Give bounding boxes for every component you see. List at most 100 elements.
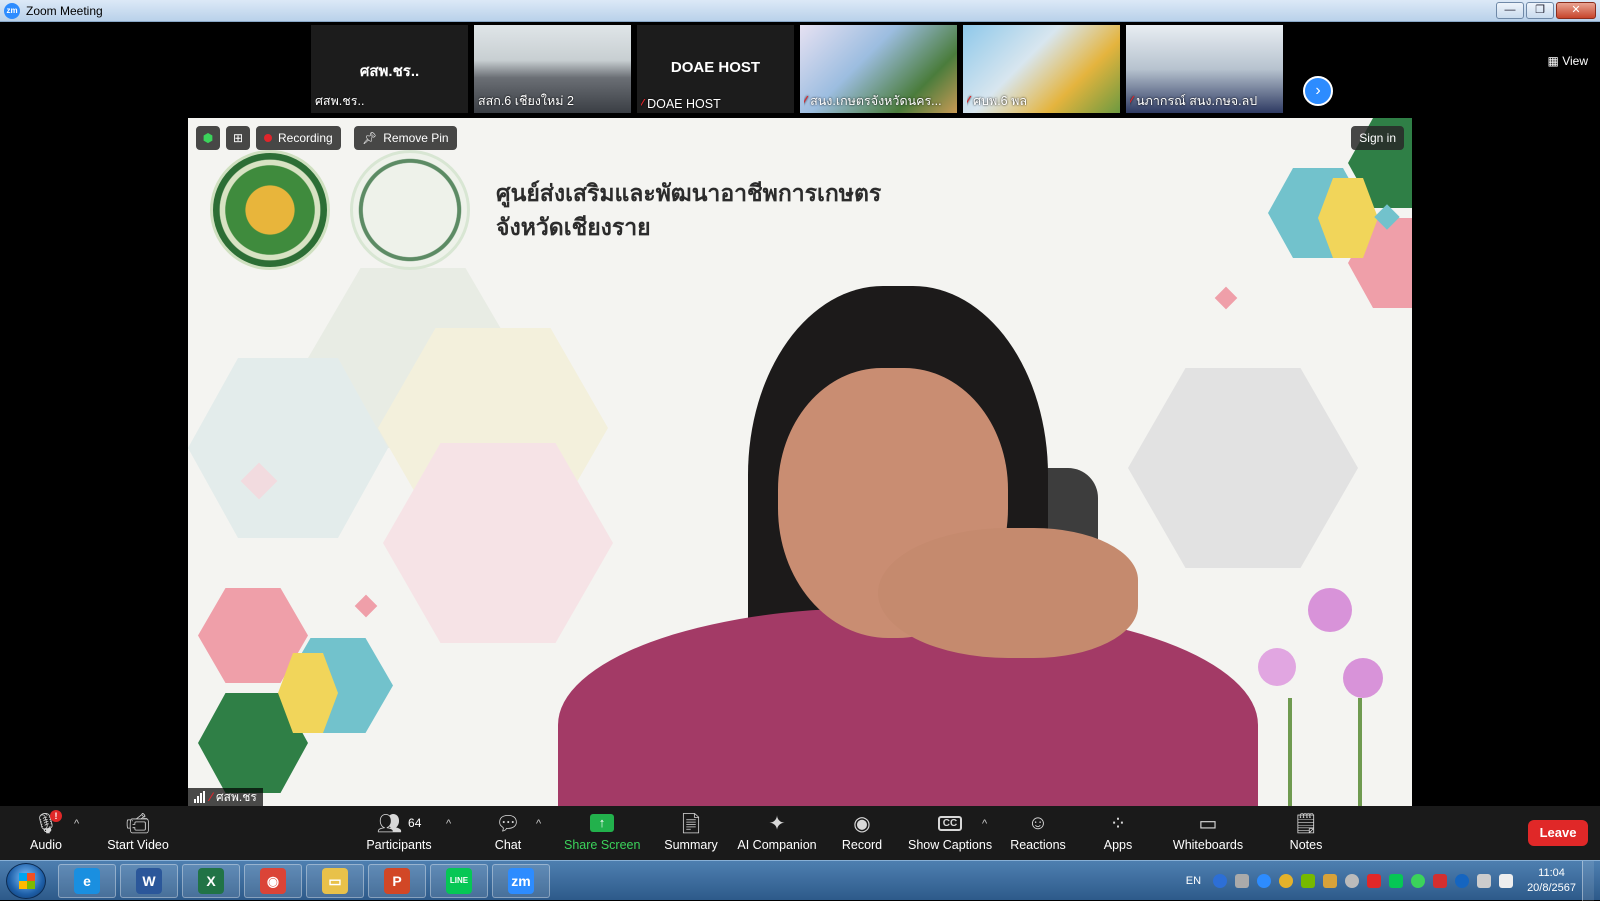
chat-icon: 💬︎ xyxy=(495,812,521,835)
participant-thumbnail[interactable]: ⁄ สนง.เกษตรจังหวัดนคร... xyxy=(800,25,957,113)
chat-button[interactable]: 💬︎ Chat xyxy=(488,810,528,858)
whiteboards-button[interactable]: ▭ Whiteboards xyxy=(1170,810,1246,858)
apps-button[interactable]: ⁘ Apps xyxy=(1096,810,1140,858)
participants-options-caret[interactable]: ^ xyxy=(446,818,451,830)
participant-thumbnail[interactable]: ⁄ ศบพ.6 พล xyxy=(963,25,1120,113)
clock-date: 20/8/2567 xyxy=(1527,882,1576,894)
chat-options-caret[interactable]: ^ xyxy=(536,818,541,830)
help-icon[interactable] xyxy=(1213,874,1228,888)
audio-button[interactable]: 🎙︎ ! Audio xyxy=(20,810,72,858)
taskbar-app-internet-explorer[interactable]: e xyxy=(58,864,116,898)
mic-muted-icon: ⁄ xyxy=(1130,94,1133,108)
participant-name: ศบพ.6 พล xyxy=(973,94,1027,108)
system-clock[interactable]: 11:04 20/8/2567 xyxy=(1527,866,1576,896)
share-screen-label: Share Screen xyxy=(564,838,641,852)
nvidia-icon[interactable] xyxy=(1301,874,1316,888)
leave-button[interactable]: Leave xyxy=(1528,820,1588,846)
show-captions-label: Show Captions xyxy=(908,838,993,852)
decor-diamond xyxy=(1214,286,1238,310)
file-explorer-icon: ▭ xyxy=(322,868,348,894)
audio-alert-badge: ! xyxy=(50,810,62,822)
keyboard-icon[interactable] xyxy=(1323,874,1338,888)
start-video-button[interactable]: 📹︎ Start Video xyxy=(104,810,172,858)
signal-bars-icon[interactable] xyxy=(1477,874,1492,888)
participants-icon: 👥︎ 64 xyxy=(376,812,422,835)
taskbar-app-zoom[interactable]: zm xyxy=(492,864,550,898)
sign-in-button[interactable]: Sign in xyxy=(1351,126,1404,150)
window-title: Zoom Meeting xyxy=(26,3,103,18)
audio-options-caret[interactable]: ^ xyxy=(74,818,79,830)
taskbar-app-line[interactable]: LINE xyxy=(430,864,488,898)
participants-button[interactable]: 👥︎ 64 Participants xyxy=(364,810,434,858)
pdf-tray-icon[interactable] xyxy=(1433,874,1448,888)
recording-indicator[interactable]: Recording xyxy=(256,126,341,150)
excel-icon: X xyxy=(198,868,224,894)
apps-icon: ⁘ xyxy=(1109,812,1127,835)
minimize-button[interactable]: — xyxy=(1496,2,1524,19)
system-tray: EN 11:04 20/8/2567 xyxy=(1186,861,1600,901)
mic-muted-icon: ⁄ xyxy=(210,790,213,804)
bluetooth-icon[interactable] xyxy=(1455,874,1470,888)
participant-thumbnail[interactable]: ⁄ นภากรณ์ สนง.กษจ.ลป xyxy=(1126,25,1283,113)
taskbar-app-file-explorer[interactable]: ▭ xyxy=(306,864,364,898)
record-button[interactable]: ◉ Record xyxy=(838,810,886,858)
window-title-bar: zm Zoom Meeting — ❐ ✕ xyxy=(0,0,1600,22)
restore-button[interactable]: ❐ xyxy=(1526,2,1554,19)
wechat-tray-icon[interactable] xyxy=(1411,874,1426,888)
mic-muted-icon: ⁄ xyxy=(804,94,807,108)
whiteboards-label: Whiteboards xyxy=(1172,838,1244,852)
organization-title: ศูนย์ส่งเสริมและพัฒนาอาชีพการเกษตร จังหว… xyxy=(496,176,881,244)
line-tray-icon[interactable] xyxy=(1389,874,1404,888)
zoom-tray-icon[interactable] xyxy=(1257,874,1272,888)
summary-label: Summary xyxy=(664,838,718,852)
record-icon: ◉ xyxy=(853,812,871,835)
mic-muted-icon: ⁄ xyxy=(641,97,644,111)
ai-companion-button[interactable]: ✦ AI Companion xyxy=(736,810,818,858)
grid-icon: ▦ xyxy=(1547,54,1563,68)
summary-button[interactable]: 📄︎ Summary xyxy=(660,810,722,858)
show-captions-button[interactable]: CC Show Captions xyxy=(908,810,992,858)
word-icon: W xyxy=(136,868,162,894)
volume-muted-icon[interactable] xyxy=(1367,874,1382,888)
chevron-right-icon[interactable]: › xyxy=(1303,76,1333,106)
recording-label: Recording xyxy=(278,131,333,145)
windows-start-button[interactable] xyxy=(6,863,46,899)
speaker-name: ศสพ.ชร xyxy=(216,789,257,804)
antivirus-icon[interactable] xyxy=(1279,874,1294,888)
participant-name: สสก.6 เชียงใหม่ 2 xyxy=(478,94,574,108)
participant-thumbnail[interactable]: ศสพ.ชร.. ศสพ.ชร.. xyxy=(311,25,468,113)
grid-layout-icon[interactable]: ⊞ xyxy=(226,126,250,150)
decor-flowers xyxy=(1248,578,1398,806)
speaker-name-tag: ⁄ ศสพ.ชร xyxy=(188,788,263,806)
encryption-shield-icon[interactable]: ⬢ xyxy=(196,126,220,150)
reactions-button[interactable]: ☺︎ Reactions xyxy=(1010,810,1066,858)
usb-icon[interactable] xyxy=(1235,874,1250,888)
network-globe-icon[interactable] xyxy=(1345,874,1360,888)
main-video[interactable]: ศูนย์ส่งเสริมและพัฒนาอาชีพการเกษตร จังหว… xyxy=(188,118,1412,806)
taskbar-app-powerpoint[interactable]: P xyxy=(368,864,426,898)
audio-label: Audio xyxy=(30,838,62,852)
share-screen-button[interactable]: ↑ Share Screen xyxy=(564,810,640,858)
action-center-flag-icon[interactable] xyxy=(1499,874,1514,888)
taskbar-app-word[interactable]: W xyxy=(120,864,178,898)
organization-title-line-2: จังหวัดเชียงราย xyxy=(496,214,651,240)
participant-thumbnail[interactable]: DOAE HOST ⁄ DOAE HOST xyxy=(637,25,794,113)
chat-label: Chat xyxy=(494,838,522,852)
chrome-icon: ◉ xyxy=(260,868,286,894)
start-video-label: Start Video xyxy=(107,838,169,852)
show-desktop-button[interactable] xyxy=(1582,861,1594,901)
remove-pin-button[interactable]: 📌︎ Remove Pin xyxy=(354,126,457,150)
video-off-icon: 📹︎ xyxy=(125,812,151,835)
view-button[interactable]: ▦ View xyxy=(1548,54,1588,68)
participant-thumbnail[interactable]: สสก.6 เชียงใหม่ 2 xyxy=(474,25,631,113)
close-button[interactable]: ✕ xyxy=(1556,2,1596,19)
record-label: Record xyxy=(841,838,883,852)
taskbar-app-chrome[interactable]: ◉ xyxy=(244,864,302,898)
remove-pin-label: Remove Pin xyxy=(383,131,449,145)
participant-display-name: ศสพ.ชร.. xyxy=(359,63,420,80)
captions-options-caret[interactable]: ^ xyxy=(982,818,987,830)
notes-button[interactable]: 🗒︎ Notes xyxy=(1286,810,1326,858)
taskbar-app-excel[interactable]: X xyxy=(182,864,240,898)
microphone-icon: 🎙︎ xyxy=(33,812,59,835)
language-indicator[interactable]: EN xyxy=(1186,875,1201,887)
